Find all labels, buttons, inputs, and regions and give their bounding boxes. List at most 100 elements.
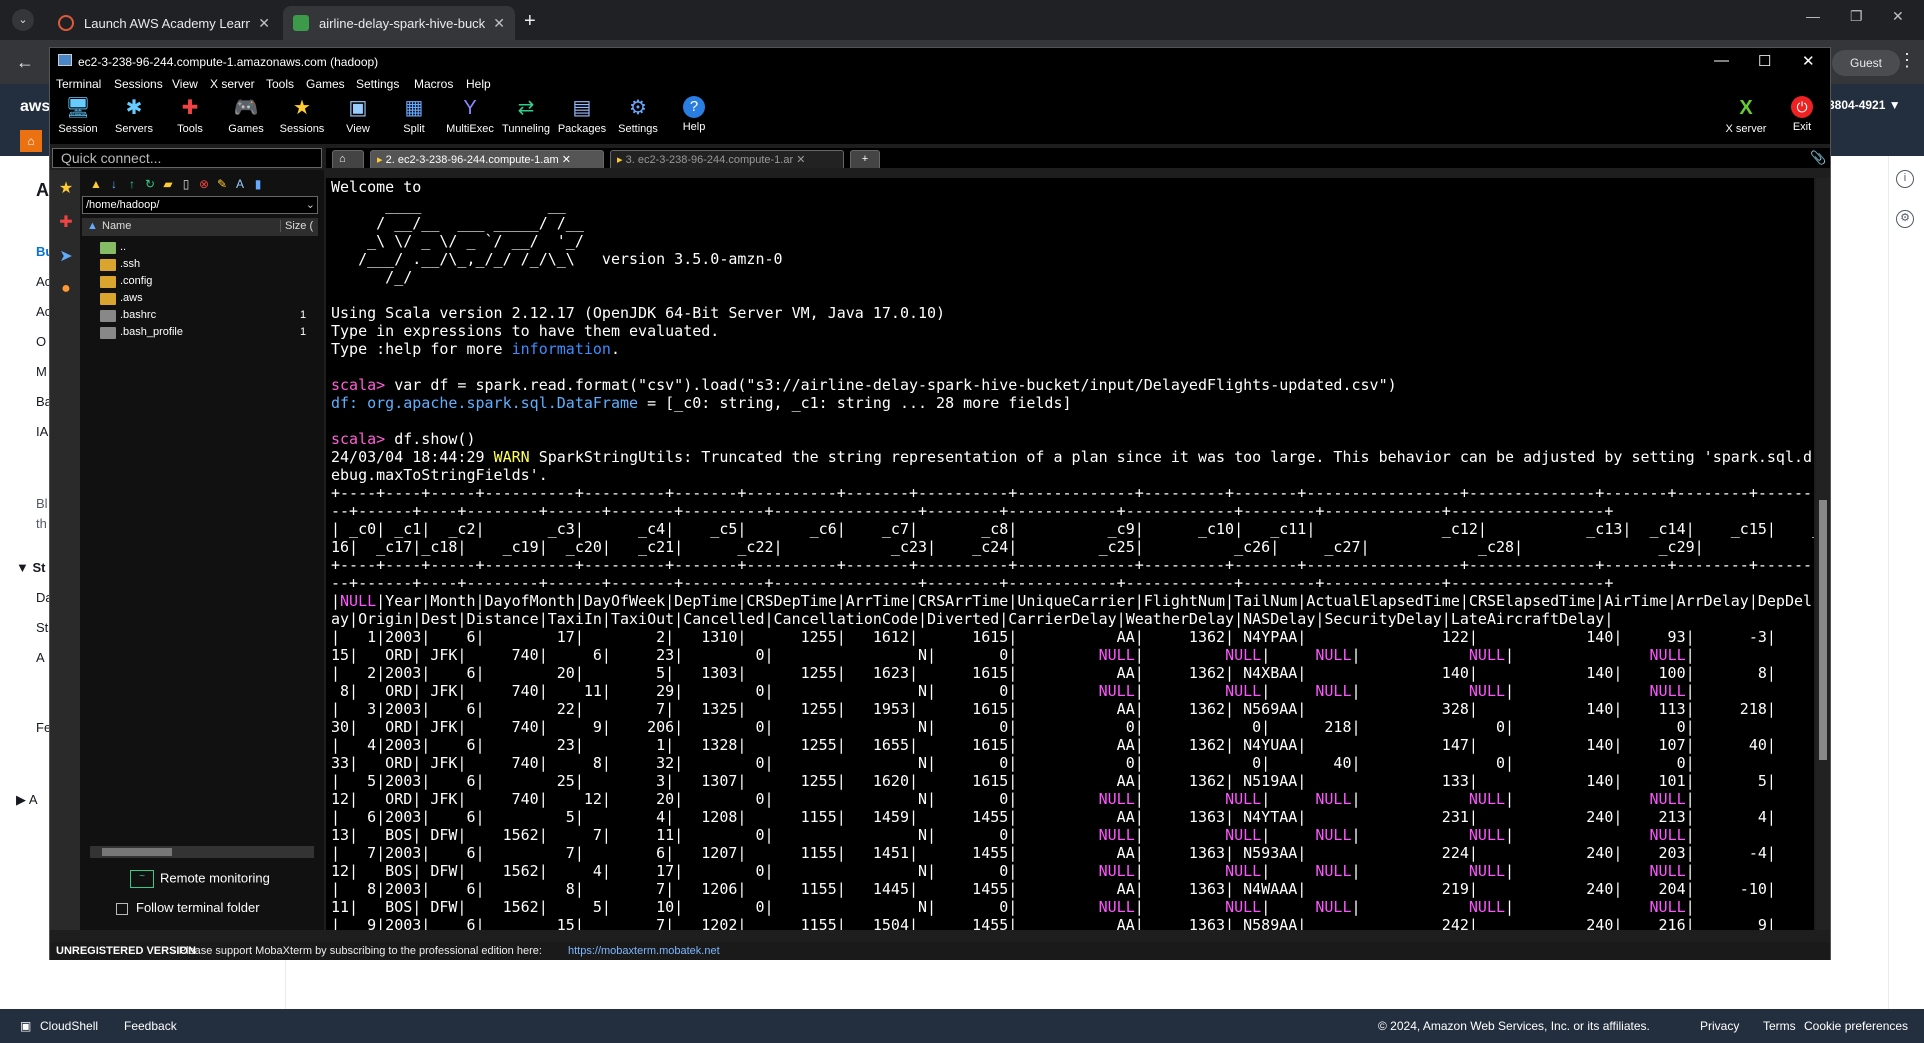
services-icon[interactable]: ⌂ — [20, 130, 42, 152]
download-icon[interactable]: ↓ — [106, 176, 122, 192]
close-icon[interactable]: ✕ — [1802, 52, 1815, 70]
feedback-link[interactable]: Feedback — [124, 1019, 177, 1033]
aws-side-item[interactable]: O — [36, 334, 46, 349]
close-icon[interactable]: ✕ — [796, 154, 805, 166]
aws-side-item[interactable]: M — [36, 364, 47, 379]
file-row[interactable]: .bash_profile 1 — [100, 325, 310, 341]
new-file-icon[interactable]: ▯ — [178, 176, 194, 192]
help-button[interactable]: ? Help — [666, 96, 722, 133]
chevron-down-icon[interactable]: ⌄ — [306, 197, 315, 213]
menu-settings[interactable]: Settings — [356, 77, 399, 91]
sessions-button[interactable]: ★ Sessions — [274, 96, 330, 135]
menu-terminal[interactable]: Terminal — [56, 77, 101, 91]
mobatek-link[interactable]: https://mobaxterm.mobatek.net — [568, 945, 720, 957]
star-icon[interactable]: ★ — [56, 178, 76, 198]
column-size[interactable]: Size ( — [280, 220, 313, 232]
aws-side-item[interactable]: A — [36, 650, 45, 665]
menu-sessions[interactable]: Sessions — [114, 77, 163, 91]
folder-up-icon[interactable]: ▲ — [88, 176, 104, 192]
cookie-preferences-link[interactable]: Cookie preferences — [1804, 1019, 1908, 1033]
maximize-icon[interactable]: ☐ — [1758, 52, 1771, 70]
cloudshell-icon[interactable]: ▣ — [20, 1019, 31, 1033]
scrollbar-thumb[interactable] — [102, 848, 172, 856]
browser-menu-icon[interactable]: ⋮ — [1898, 50, 1916, 71]
menu-x-server[interactable]: X server — [210, 77, 255, 91]
menu-games[interactable]: Games — [306, 77, 345, 91]
terms-link[interactable]: Terms — [1763, 1019, 1796, 1033]
view-icon[interactable]: ▮ — [250, 176, 266, 192]
settings-icon[interactable]: ⚙ — [1896, 210, 1914, 228]
aws-side-item[interactable]: IA — [36, 424, 48, 439]
games-button[interactable]: 🎮 Games — [218, 96, 274, 135]
refresh-icon[interactable]: ↻ — [142, 176, 158, 192]
checkbox[interactable] — [116, 902, 128, 915]
upload-icon[interactable]: ↑ — [124, 176, 140, 192]
aws-side-section[interactable]: ▼ St — [16, 560, 45, 575]
minimize-icon[interactable]: — — [1806, 8, 1820, 24]
aws-side-section[interactable]: ▶ A — [16, 792, 38, 808]
account-menu[interactable]: 3804-4921 ▼ — [1828, 98, 1901, 112]
terminal-output[interactable]: Welcome to ____ __ / __/__ ___ _____/ /_… — [326, 178, 1814, 930]
new-folder-icon[interactable]: ▰ — [160, 176, 176, 192]
file-row[interactable]: .config — [100, 274, 310, 290]
servers-button[interactable]: ✱ Servers — [106, 96, 162, 135]
tunneling-button[interactable]: ⇄ Tunneling — [498, 96, 554, 135]
delete-icon[interactable]: ⊗ — [196, 176, 212, 192]
close-icon[interactable]: ✕ — [562, 154, 571, 166]
menu-tools[interactable]: Tools — [266, 77, 294, 91]
packages-button[interactable]: ▤ Packages — [554, 96, 610, 135]
scrollbar-thumb[interactable] — [1819, 500, 1827, 760]
close-icon[interactable]: ✕ — [258, 15, 270, 32]
sftp-path-input[interactable]: /home/hadoop/ ⌄ — [82, 196, 318, 214]
sidebar-scrollbar[interactable] — [90, 846, 314, 858]
split-button[interactable]: ▦ Split — [386, 96, 442, 135]
home-tab[interactable]: ⌂ — [332, 150, 364, 168]
info-icon[interactable]: i — [1896, 170, 1914, 188]
settings-button[interactable]: ⚙ Settings — [610, 96, 666, 135]
terminal-line: | 9|2003| 6| 15| 7| 1202| 1155| 1504| 14… — [331, 916, 1776, 930]
close-icon[interactable]: ✕ — [493, 15, 505, 32]
aws-logo[interactable]: aws — [20, 98, 50, 116]
session-tab-2[interactable]: ▸ 2. ec2-3-238-96-244.compute-1.am ✕ — [370, 150, 604, 168]
terminal-scrollbar[interactable] — [1816, 178, 1830, 930]
tools-button[interactable]: ✚ Tools — [162, 96, 218, 135]
view-button[interactable]: ▣ View — [330, 96, 386, 135]
tools-icon[interactable]: ✚ — [56, 212, 76, 232]
multiexec-button[interactable]: Y MultiExec — [442, 96, 498, 135]
session-tab-3[interactable]: ▸ 3. ec2-3-238-96-244.compute-1.ar ✕ — [610, 150, 844, 168]
text-icon[interactable]: A — [232, 176, 248, 192]
menu-view[interactable]: View — [172, 77, 198, 91]
attach-icon[interactable]: 📎 — [1810, 150, 1826, 166]
sftp-icon[interactable]: ● — [56, 280, 76, 300]
send-icon[interactable]: ➤ — [56, 246, 76, 266]
privacy-link[interactable]: Privacy — [1700, 1019, 1739, 1033]
browser-tab-s3-bucket[interactable]: airline-delay-spark-hive-bucket ✕ — [283, 6, 515, 40]
restore-icon[interactable]: ❐ — [1850, 8, 1863, 25]
new-tab-button[interactable]: + — [524, 10, 536, 33]
remote-monitoring-button[interactable]: ~ Remote monitoring — [130, 870, 270, 888]
tab-search-icon[interactable]: ⌄ — [12, 9, 34, 31]
file-row[interactable]: .. — [100, 240, 310, 256]
x-server-button[interactable]: X X server — [1718, 96, 1774, 135]
quick-connect-input[interactable]: Quick connect... — [52, 148, 322, 168]
column-name[interactable]: Name — [102, 220, 131, 232]
close-window-icon[interactable]: ✕ — [1892, 8, 1904, 25]
new-session-tab-button[interactable]: + — [850, 150, 880, 168]
browser-tab-aws-academy[interactable]: Launch AWS Academy Learner L ✕ — [48, 6, 280, 40]
minimize-icon[interactable]: — — [1714, 52, 1729, 69]
aws-side-item[interactable]: St — [36, 620, 48, 635]
permissions-icon[interactable]: ✎ — [214, 176, 230, 192]
cloudshell-link[interactable]: CloudShell — [40, 1019, 98, 1033]
moba-menubar: Terminal Sessions View X server Tools Ga… — [50, 74, 1830, 94]
follow-terminal-folder-checkbox[interactable]: Follow terminal folder — [116, 900, 260, 915]
menu-macros[interactable]: Macros — [414, 77, 453, 91]
file-row[interactable]: .ssh — [100, 257, 310, 273]
session-button[interactable]: 🖥 Session — [50, 96, 106, 135]
exit-button[interactable]: ⏻ Exit — [1774, 96, 1830, 133]
sort-up-icon[interactable]: ▲ — [87, 220, 98, 232]
guest-profile-button[interactable]: Guest — [1832, 50, 1900, 76]
file-row[interactable]: .bashrc 1 — [100, 308, 310, 324]
file-row[interactable]: .aws — [100, 291, 310, 307]
menu-help[interactable]: Help — [466, 77, 491, 91]
back-arrow-icon[interactable]: ← — [16, 52, 34, 73]
